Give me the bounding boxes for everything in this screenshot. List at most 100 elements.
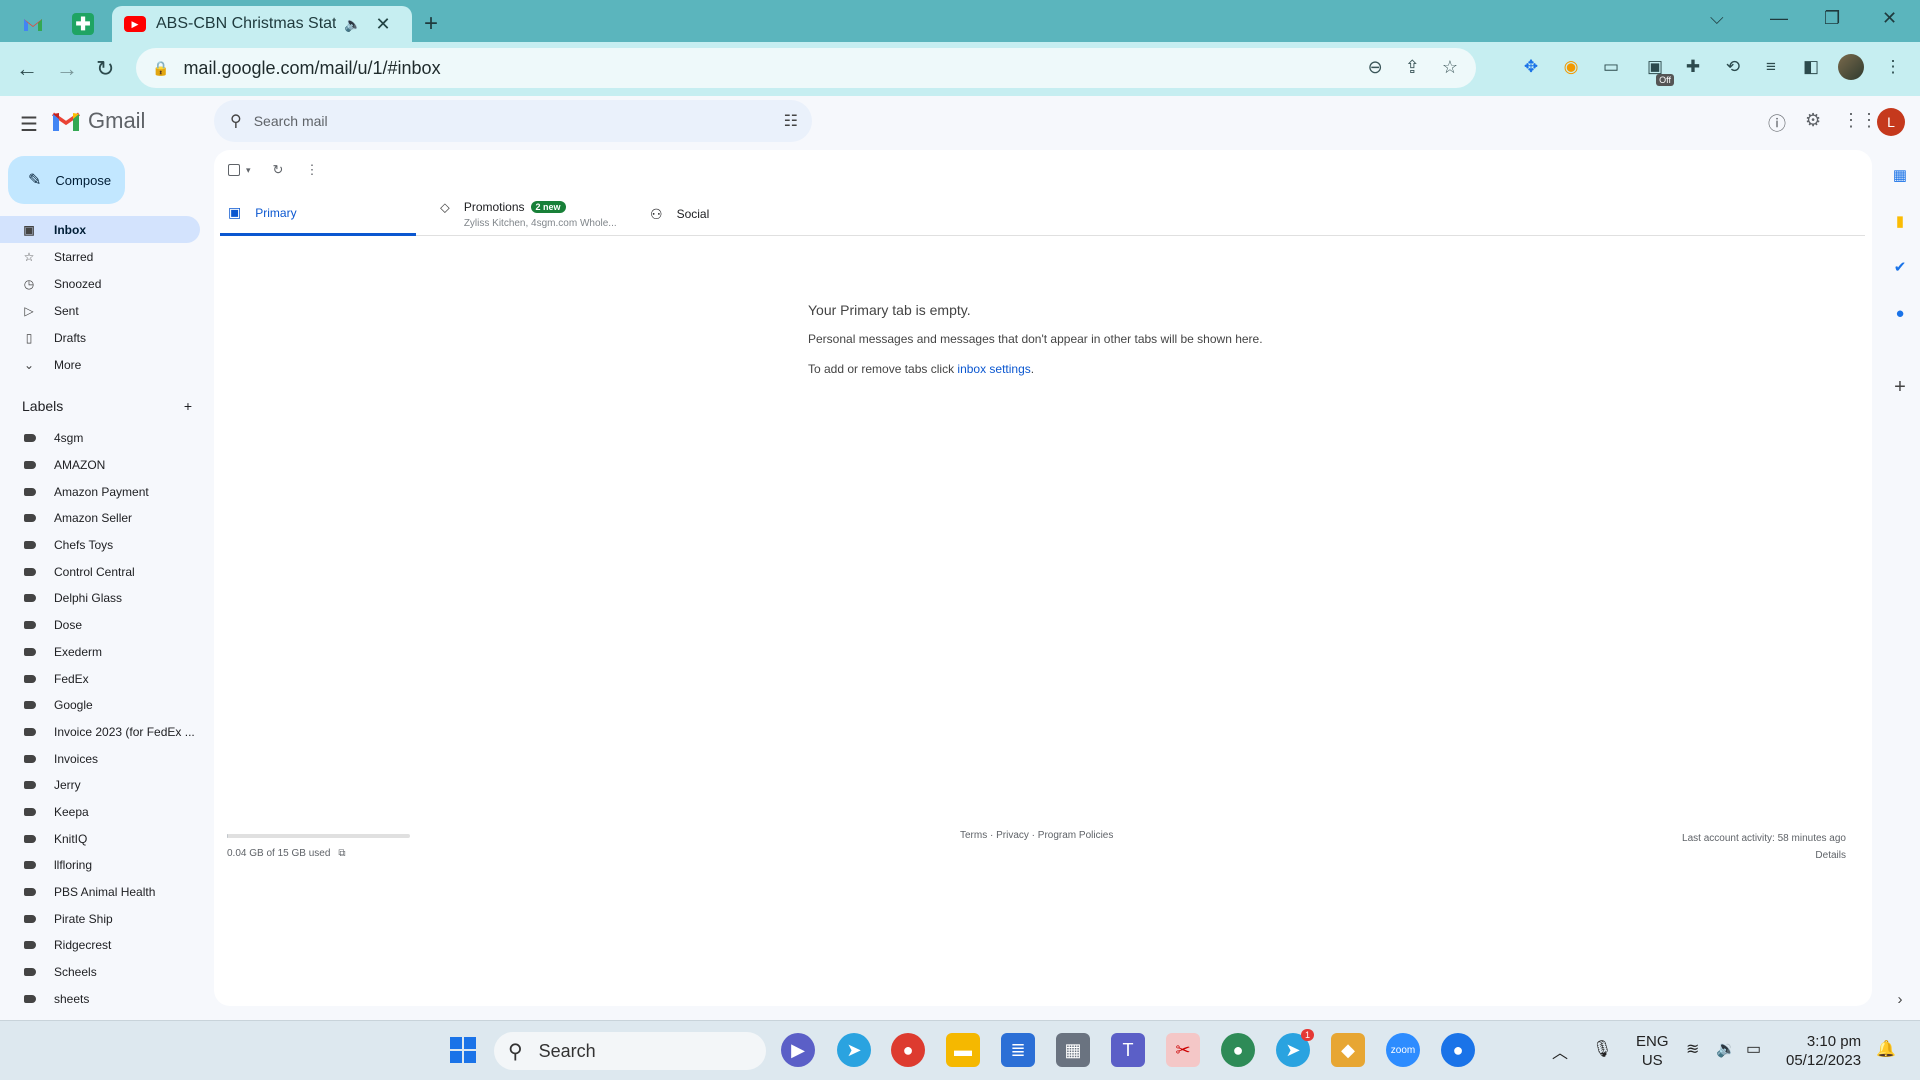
label-item[interactable]: AMAZON: [0, 452, 200, 479]
add-label-plus-icon[interactable]: +: [184, 398, 192, 414]
label-item[interactable]: llfloring: [0, 852, 200, 879]
zoom-icon[interactable]: zoom: [1386, 1033, 1420, 1067]
gear-icon[interactable]: ⚙: [1805, 110, 1821, 131]
label-item[interactable]: FedEx: [0, 665, 200, 692]
chevron-up-icon[interactable]: ︿: [1552, 1039, 1568, 1063]
tab-search-chevron-icon[interactable]: ⌵: [1710, 8, 1724, 29]
extension-icon[interactable]: ◉: [1558, 54, 1584, 80]
windows-start-icon[interactable]: [446, 1033, 480, 1067]
compose-button[interactable]: ✎ Compose: [8, 156, 125, 204]
calculator-icon[interactable]: ▦: [1056, 1033, 1090, 1067]
gmail-logo[interactable]: Gmail: [52, 108, 145, 134]
nav-item-inbox[interactable]: ▣ Inbox: [0, 216, 200, 243]
open-external-icon[interactable]: ⧉: [338, 848, 345, 859]
teams-icon[interactable]: T: [1111, 1033, 1145, 1067]
close-icon[interactable]: ✕: [375, 14, 390, 35]
restore-button[interactable]: ❐: [1824, 8, 1840, 29]
select-checkbox[interactable]: ▾: [228, 164, 251, 176]
nav-item-more[interactable]: ⌄ More: [0, 351, 200, 378]
search-options-icon[interactable]: ☷: [784, 111, 798, 131]
footer-policy-links[interactable]: Terms · Privacy · Program Policies: [960, 830, 1113, 841]
label-item[interactable]: Invoices: [0, 745, 200, 772]
back-arrow-icon[interactable]: ←: [16, 56, 38, 82]
label-item[interactable]: Ridgecrest: [0, 932, 200, 959]
forward-arrow-icon[interactable]: →: [56, 56, 78, 82]
notepad-icon[interactable]: ≣: [1001, 1033, 1035, 1067]
chrome-menu-icon[interactable]: ⋮: [1880, 54, 1906, 80]
help-icon[interactable]: ⓘ: [1768, 110, 1786, 136]
puzzle-extensions-icon[interactable]: ✚: [1680, 54, 1706, 80]
inbox-settings-link[interactable]: inbox settings: [957, 362, 1030, 376]
system-clock[interactable]: 3:10 pm 05/12/2023: [1786, 1032, 1861, 1070]
microphone-icon[interactable]: 🎙: [1592, 1039, 1612, 1059]
chevron-right-icon[interactable]: ›: [1889, 988, 1911, 1010]
extension-icon[interactable]: ▭: [1598, 54, 1624, 80]
telegram-icon[interactable]: ➤ 1: [1276, 1029, 1314, 1067]
zoom-icon[interactable]: ⊖: [1368, 57, 1383, 78]
volume-icon[interactable]: 🔉: [1716, 1039, 1736, 1059]
snipping-tool-icon[interactable]: ✂: [1166, 1033, 1200, 1067]
label-item[interactable]: Delphi Glass: [0, 585, 200, 612]
refresh-icon[interactable]: ↻: [273, 162, 284, 178]
apps-grid-icon[interactable]: ⋮⋮: [1842, 110, 1878, 131]
share-icon[interactable]: ⇪: [1405, 57, 1420, 78]
chrome-icon[interactable]: ●: [891, 1033, 925, 1067]
details-link[interactable]: Details: [1682, 847, 1846, 864]
label-item[interactable]: Exederm: [0, 639, 200, 666]
language-indicator[interactable]: ENG US: [1636, 1032, 1669, 1070]
reload-icon[interactable]: ↻: [96, 56, 114, 82]
search-bar[interactable]: ⚲ ☷: [214, 100, 812, 142]
label-item[interactable]: Amazon Payment: [0, 478, 200, 505]
address-bar[interactable]: 🔒 mail.google.com/mail/u/1/#inbox ⊖ ⇪ ☆: [136, 48, 1476, 88]
chrome-active-icon[interactable]: ●: [1441, 1033, 1475, 1067]
label-item[interactable]: Jerry: [0, 772, 200, 799]
wifi-icon[interactable]: ≋: [1686, 1039, 1699, 1059]
label-item[interactable]: Keepa: [0, 799, 200, 826]
label-item[interactable]: PBS Animal Health: [0, 879, 200, 906]
label-item[interactable]: Chefs Toys: [0, 532, 200, 559]
label-item[interactable]: Google: [0, 692, 200, 719]
app-icon[interactable]: ◆: [1331, 1033, 1365, 1067]
nav-item-drafts[interactable]: ▯ Drafts: [0, 324, 200, 351]
extension-off-icon[interactable]: ▣ Off: [1642, 54, 1674, 86]
chrome-profile-avatar[interactable]: [1838, 54, 1864, 80]
nav-item-sent[interactable]: ▷ Sent: [0, 297, 200, 324]
chrome-profile-icon[interactable]: ●: [1221, 1033, 1255, 1067]
label-item[interactable]: 4sgm: [0, 425, 200, 452]
bookmark-star-icon[interactable]: ☆: [1442, 57, 1458, 78]
label-item[interactable]: Scheels: [0, 959, 200, 986]
contacts-icon[interactable]: ●: [1889, 302, 1911, 324]
more-options-icon[interactable]: ⋮: [305, 162, 318, 178]
search-icon[interactable]: ⚲: [230, 111, 242, 131]
extension-icon[interactable]: ⟲: [1720, 54, 1746, 80]
label-item[interactable]: Amazon Seller: [0, 505, 200, 532]
calendar-icon[interactable]: ▦: [1889, 164, 1911, 186]
speaker-mute-icon[interactable]: 🔈: [344, 16, 361, 33]
new-tab-button[interactable]: +: [424, 10, 438, 38]
tab-gmail[interactable]: [22, 6, 44, 42]
taskbar-search[interactable]: ⚲ Search: [494, 1032, 766, 1070]
nav-item-starred[interactable]: ☆ Starred: [0, 243, 200, 270]
keep-icon[interactable]: ▮: [1889, 210, 1911, 232]
search-input[interactable]: [253, 113, 754, 129]
minimize-button[interactable]: —: [1770, 8, 1788, 29]
add-addon-plus-icon[interactable]: +: [1889, 376, 1911, 398]
window-close-button[interactable]: ✕: [1882, 8, 1897, 29]
tab-social[interactable]: ⚇ Social: [650, 192, 709, 236]
tab-sheets[interactable]: ✚: [72, 6, 94, 42]
teams-chat-icon[interactable]: ▶: [781, 1033, 815, 1067]
main-menu-icon[interactable]: ☰: [20, 112, 38, 137]
tab-promotions[interactable]: ⬦ Promotions 2 new Zyliss Kitchen, 4sgm.…: [440, 192, 624, 236]
label-item[interactable]: Dose: [0, 612, 200, 639]
account-avatar[interactable]: L: [1877, 108, 1905, 136]
battery-icon[interactable]: ▭: [1746, 1039, 1761, 1059]
tasks-icon[interactable]: ✔: [1889, 256, 1911, 278]
tab-primary[interactable]: ▣ Primary: [220, 192, 416, 236]
notification-bell-icon[interactable]: 🔔: [1876, 1039, 1896, 1059]
extension-icon[interactable]: ✥: [1518, 54, 1544, 80]
file-explorer-icon[interactable]: ▬: [946, 1033, 980, 1067]
side-panel-icon[interactable]: ◧: [1798, 54, 1824, 80]
label-item[interactable]: Pirate Ship: [0, 905, 200, 932]
nav-item-snoozed[interactable]: ◷ Snoozed: [0, 270, 200, 297]
telegram-icon[interactable]: ➤: [837, 1033, 871, 1067]
